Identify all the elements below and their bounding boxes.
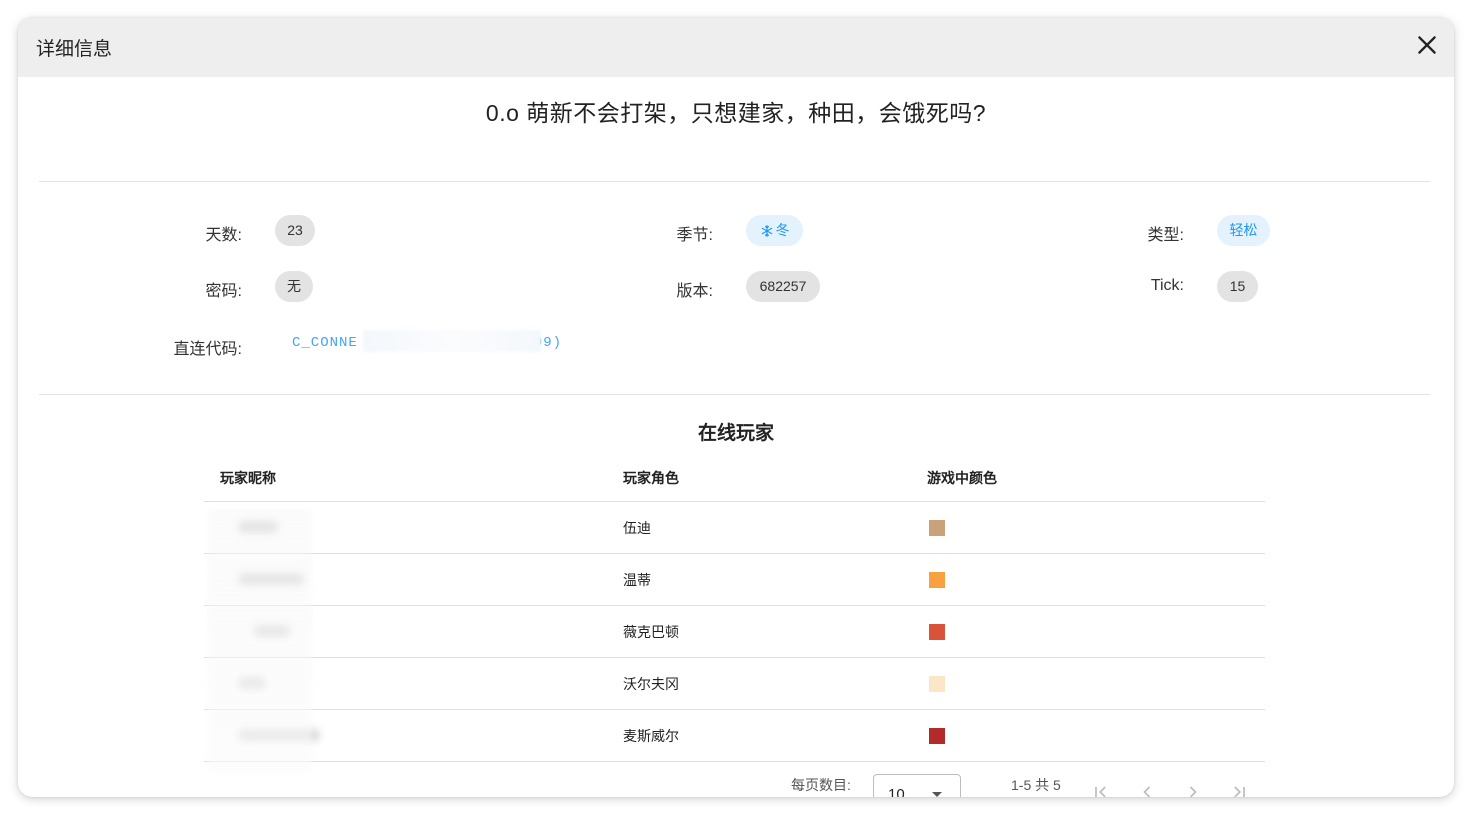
type-label: 类型: [1147, 227, 1184, 244]
table-row: 伍迪 [204, 501, 1265, 554]
color-swatch [929, 728, 945, 745]
player-color-cell [911, 501, 1265, 554]
player-character: 温蒂 [607, 553, 911, 606]
column-header-character: 玩家角色 [607, 454, 911, 502]
players-table: 玩家昵称 玩家角色 游戏中颜色 伍迪 温蒂 薇克巴顿 沃尔夫冈 麦斯威尔 [204, 454, 1265, 762]
type-chip: 轻松 [1217, 215, 1270, 246]
player-color-cell [911, 553, 1265, 606]
table-header-row: 玩家昵称 玩家角色 游戏中颜色 [204, 454, 1265, 502]
details-dialog: 详细信息 0.o 萌新不会打架，只想建家，种田，会饿死吗? 天数: 23 季节:… [18, 18, 1454, 797]
player-character: 伍迪 [607, 501, 911, 554]
player-character: 沃尔夫冈 [607, 657, 911, 710]
version-chip: 682257 [746, 271, 820, 302]
connect-code-prefix: C_CONNE [292, 335, 358, 351]
first-page-icon[interactable] [1091, 782, 1111, 797]
season-value: 冬 [775, 222, 790, 238]
table-row: 薇克巴顿 [204, 605, 1265, 658]
tick-label: Tick: [1150, 277, 1184, 294]
rows-per-page-value: 10 [888, 786, 905, 797]
tick-chip: 15 [1217, 271, 1258, 302]
table-row: 麦斯威尔 [204, 709, 1265, 762]
last-page-icon[interactable] [1229, 782, 1249, 797]
player-color-cell [911, 709, 1265, 762]
color-swatch [929, 572, 945, 589]
dialog-header: 详细信息 [18, 18, 1454, 77]
player-color-cell [911, 657, 1265, 710]
days-chip: 23 [275, 215, 315, 246]
rows-per-page-select[interactable]: 10 [873, 774, 961, 797]
divider [39, 394, 1430, 395]
column-header-color: 游戏中颜色 [911, 454, 1265, 502]
connect-label: 直连代码: [173, 341, 242, 358]
close-icon[interactable] [1414, 32, 1440, 58]
season-chip: 冬 [746, 215, 803, 246]
table-row: 温蒂 [204, 553, 1265, 606]
redaction-mask [363, 330, 541, 352]
color-swatch [929, 624, 945, 641]
player-character: 薇克巴顿 [607, 605, 911, 658]
password-label: 密码: [205, 283, 242, 300]
column-header-nickname: 玩家昵称 [204, 454, 607, 502]
nickname-redaction [208, 509, 312, 771]
color-swatch [929, 676, 945, 693]
chevron-down-icon [932, 792, 942, 797]
rows-per-page-label: 每页数目: [791, 777, 851, 793]
divider [39, 181, 1430, 182]
next-page-icon[interactable] [1183, 782, 1203, 797]
version-label: 版本: [676, 283, 713, 300]
player-color-cell [911, 605, 1265, 658]
snowflake-icon [761, 225, 772, 237]
table-row: 沃尔夫冈 [204, 657, 1265, 710]
dialog-title: 详细信息 [36, 39, 113, 60]
server-name: 0.o 萌新不会打架，只想建家，种田，会饿死吗? [485, 100, 987, 126]
player-character: 麦斯威尔 [607, 709, 911, 762]
color-swatch [929, 520, 945, 537]
online-players-title: 在线玩家 [697, 423, 774, 444]
password-chip: 无 [275, 271, 313, 302]
previous-page-icon[interactable] [1137, 782, 1157, 797]
days-label: 天数: [205, 227, 242, 244]
page-range: 1-5 共 5 [1011, 777, 1061, 793]
season-label: 季节: [676, 227, 713, 244]
